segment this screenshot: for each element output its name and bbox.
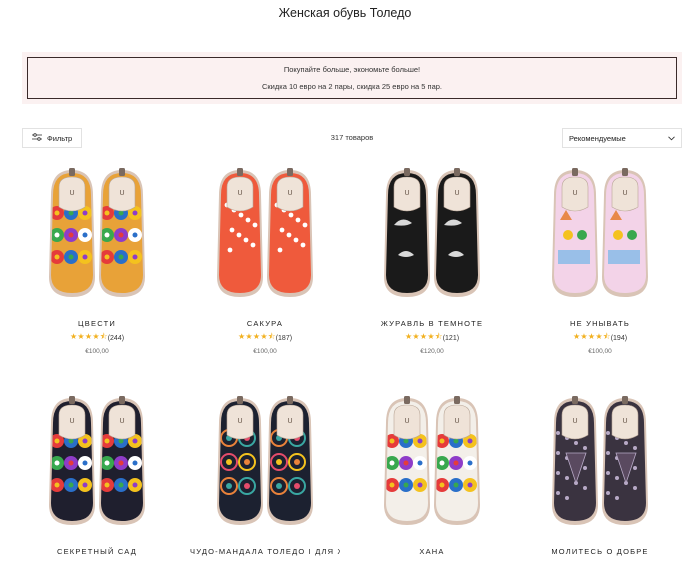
svg-text:ᑌ: ᑌ	[287, 418, 292, 425]
svg-text:ᑌ: ᑌ	[454, 190, 459, 197]
rating-stars: ★★★★⯪	[572, 332, 611, 341]
review-count: (194)	[610, 334, 628, 342]
product-card[interactable]: ᑌ ᑌ НЕ УНЫВАТЬ ★★★★⯪ (194) €100,00	[525, 165, 675, 355]
svg-text:ᑌ: ᑌ	[287, 190, 292, 197]
product-rating: ★★★★⯪ (194)	[525, 331, 675, 345]
collection-toolbar: Фильтр 317 товаров Рекомендуемые	[22, 128, 682, 148]
svg-text:ᑌ: ᑌ	[69, 190, 74, 197]
promo-line-2: Скидка 10 евро на 2 пары, скидка 25 евро…	[261, 82, 443, 91]
product-rating: ★★★★⯪ (187)	[190, 331, 340, 345]
review-count: (121)	[442, 334, 460, 342]
svg-text:ᑌ: ᑌ	[69, 418, 74, 425]
product-card[interactable]: ᑌ ᑌ ЧУДО-МАНДАЛА ТОЛЕДО I ДЛЯ ЖЕНЩИН	[190, 393, 340, 556]
product-card[interactable]: ᑌ ᑌ ЖУРАВЛЬ В ТЕМНОТЕ ★★★★⯪ (121) €120,00	[357, 165, 507, 355]
product-name[interactable]: ХАНА	[357, 547, 507, 556]
rating-stars: ★★★★⯪	[237, 332, 276, 341]
product-card[interactable]: ᑌ ᑌ САКУРА ★★★★⯪ (187) €100,00	[190, 165, 340, 355]
product-name[interactable]: ЖУРАВЛЬ В ТЕМНОТЕ	[357, 319, 507, 328]
svg-text:ᑌ: ᑌ	[119, 190, 124, 197]
promo-banner: Покупайте больше, экономьте больше! Скид…	[22, 52, 682, 104]
product-name[interactable]: МОЛИТЕСЬ О ДОБРЕ	[525, 547, 675, 556]
svg-text:ᑌ: ᑌ	[237, 190, 242, 197]
product-name[interactable]: НЕ УНЫВАТЬ	[525, 319, 675, 328]
promo-box: Покупайте больше, экономьте больше! Скид…	[27, 57, 677, 99]
product-image[interactable]: ᑌ ᑌ	[22, 393, 172, 533]
product-card[interactable]: ᑌ ᑌ ЦВЕСТИ ★★★★⯪ (244) €100,00	[22, 165, 172, 355]
chevron-down-icon	[668, 134, 675, 143]
product-price: €100,00	[588, 348, 612, 355]
svg-text:ᑌ: ᑌ	[622, 418, 627, 425]
product-image[interactable]: ᑌ ᑌ	[525, 165, 675, 305]
product-name[interactable]: САКУРА	[190, 319, 340, 328]
product-name[interactable]: ЧУДО-МАНДАЛА ТОЛЕДО I ДЛЯ ЖЕНЩИН	[190, 547, 340, 556]
product-card[interactable]: ᑌ ᑌ МОЛИТЕСЬ О ДОБРЕ	[525, 393, 675, 556]
product-card[interactable]: ᑌ ᑌ ХАНА	[357, 393, 507, 556]
review-count: (244)	[107, 334, 125, 342]
svg-text:ᑌ: ᑌ	[622, 190, 627, 197]
product-image[interactable]: ᑌ ᑌ	[525, 393, 675, 533]
product-image[interactable]: ᑌ ᑌ	[190, 393, 340, 533]
svg-text:ᑌ: ᑌ	[404, 418, 409, 425]
svg-text:ᑌ: ᑌ	[454, 418, 459, 425]
product-name[interactable]: ЦВЕСТИ	[22, 319, 172, 328]
svg-text:ᑌ: ᑌ	[237, 418, 242, 425]
review-count: (187)	[275, 334, 293, 342]
product-price: €100,00	[253, 348, 277, 355]
product-rating: ★★★★⯪ (244)	[22, 331, 172, 345]
rating-stars: ★★★★⯪	[404, 332, 443, 341]
product-price: €100,00	[85, 348, 109, 355]
rating-stars: ★★★★⯪	[69, 332, 108, 341]
sort-selected-value: Рекомендуемые	[569, 133, 626, 143]
product-name[interactable]: СЕКРЕТНЫЙ САД	[22, 547, 172, 556]
svg-text:ᑌ: ᑌ	[119, 418, 124, 425]
promo-line-1: Покупайте больше, экономьте больше!	[283, 65, 421, 74]
product-card[interactable]: ᑌ ᑌ СЕКРЕТНЫЙ САД	[22, 393, 172, 556]
product-image[interactable]: ᑌ ᑌ	[357, 165, 507, 305]
product-price: €120,00	[420, 348, 444, 355]
page-title: Женская обувь Толедо	[278, 6, 412, 20]
svg-text:ᑌ: ᑌ	[572, 418, 577, 425]
product-image[interactable]: ᑌ ᑌ	[357, 393, 507, 533]
product-rating: ★★★★⯪ (121)	[357, 331, 507, 345]
svg-text:ᑌ: ᑌ	[572, 190, 577, 197]
product-image[interactable]: ᑌ ᑌ	[22, 165, 172, 305]
sort-select[interactable]: Рекомендуемые	[562, 128, 682, 148]
svg-text:ᑌ: ᑌ	[404, 190, 409, 197]
product-image[interactable]: ᑌ ᑌ	[190, 165, 340, 305]
